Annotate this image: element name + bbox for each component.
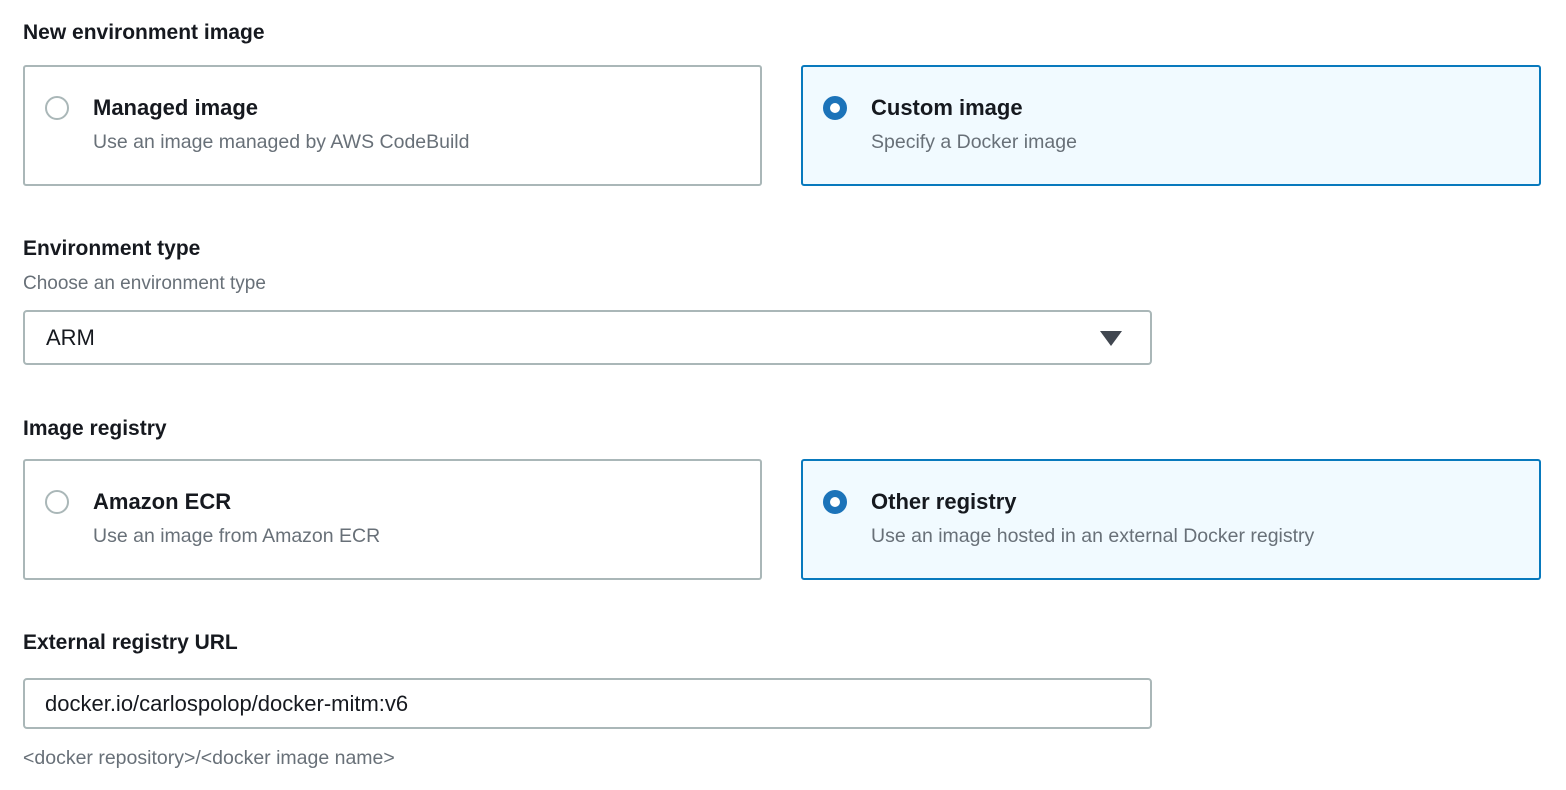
new-environment-image-options: Managed image Use an image managed by AW… — [23, 65, 1566, 186]
new-environment-image-label: New environment image — [23, 20, 1566, 46]
custom-image-card[interactable]: Custom image Specify a Docker image — [801, 65, 1541, 186]
other-registry-radio[interactable] — [823, 490, 847, 514]
amazon-ecr-texts: Amazon ECR Use an image from Amazon ECR — [93, 487, 380, 549]
environment-type-select[interactable]: ARM — [23, 310, 1152, 365]
custom-image-description: Specify a Docker image — [871, 130, 1077, 155]
other-registry-description: Use an image hosted in an external Docke… — [871, 524, 1314, 549]
chevron-down-icon — [1100, 331, 1122, 346]
other-registry-texts: Other registry Use an image hosted in an… — [871, 487, 1314, 549]
amazon-ecr-card[interactable]: Amazon ECR Use an image from Amazon ECR — [23, 459, 762, 580]
custom-image-radio[interactable] — [823, 96, 847, 120]
environment-type-label: Environment type — [23, 236, 1566, 262]
external-registry-url-label: External registry URL — [23, 630, 1566, 656]
image-registry-options: Amazon ECR Use an image from Amazon ECR … — [23, 459, 1566, 580]
managed-image-title: Managed image — [93, 93, 470, 122]
amazon-ecr-radio[interactable] — [45, 490, 69, 514]
other-registry-title: Other registry — [871, 487, 1314, 516]
external-registry-url-input[interactable] — [23, 678, 1152, 729]
managed-image-radio[interactable] — [45, 96, 69, 120]
managed-image-description: Use an image managed by AWS CodeBuild — [93, 130, 470, 155]
image-registry-label: Image registry — [23, 416, 1566, 442]
environment-type-selected-value: ARM — [46, 325, 95, 351]
external-registry-url-help: <docker repository>/<docker image name> — [23, 746, 1566, 770]
other-registry-card[interactable]: Other registry Use an image hosted in an… — [801, 459, 1541, 580]
amazon-ecr-description: Use an image from Amazon ECR — [93, 524, 380, 549]
managed-image-card[interactable]: Managed image Use an image managed by AW… — [23, 65, 762, 186]
custom-image-texts: Custom image Specify a Docker image — [871, 93, 1077, 155]
environment-config-form: New environment image Managed image Use … — [0, 0, 1566, 770]
managed-image-texts: Managed image Use an image managed by AW… — [93, 93, 470, 155]
environment-type-description: Choose an environment type — [23, 272, 1566, 296]
amazon-ecr-title: Amazon ECR — [93, 487, 380, 516]
custom-image-title: Custom image — [871, 93, 1077, 122]
